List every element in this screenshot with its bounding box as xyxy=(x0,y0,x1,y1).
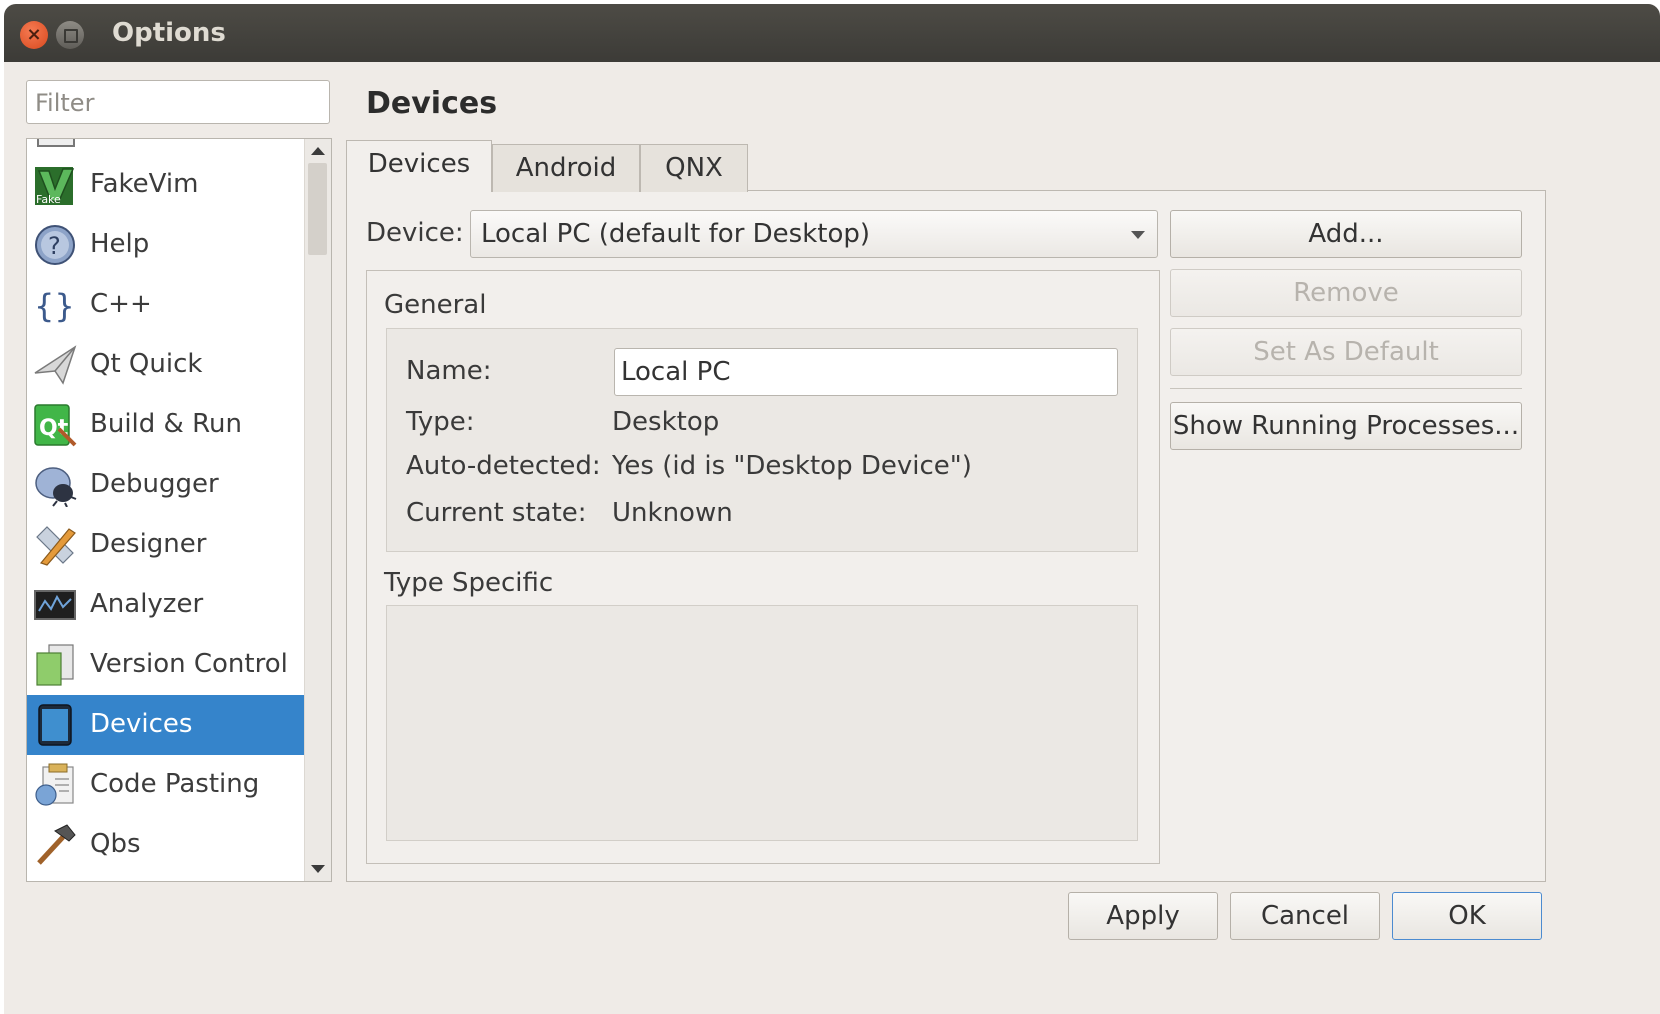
tab-android[interactable]: Android xyxy=(492,144,640,192)
cpp-braces-icon: {} xyxy=(34,287,75,325)
category-label: C++ xyxy=(90,289,152,319)
tab-qnx[interactable]: QNX xyxy=(640,144,748,192)
svg-text:Qt: Qt xyxy=(39,416,69,441)
category-item-help[interactable]: ? Help xyxy=(27,215,305,275)
category-label: Code Pasting xyxy=(90,769,260,799)
svg-text:{}: {} xyxy=(34,287,75,325)
add-device-button[interactable]: Add... xyxy=(1170,210,1522,258)
category-label: Designer xyxy=(90,529,207,559)
scrollbar-thumb[interactable] xyxy=(308,163,327,255)
filter-input[interactable] xyxy=(33,88,327,118)
category-label: Version Control xyxy=(90,649,288,679)
category-label: Devices xyxy=(90,709,193,739)
svg-text:?: ? xyxy=(48,232,61,260)
options-dialog: × Options Fake FakeVim ? Help {} xyxy=(4,4,1660,1014)
device-combobox[interactable]: Local PC (default for Desktop) xyxy=(470,210,1158,258)
show-running-processes-button[interactable]: Show Running Processes... xyxy=(1170,402,1522,450)
type-specific-heading: Type Specific xyxy=(384,568,554,598)
category-item-devices[interactable]: Devices xyxy=(27,695,305,755)
tab-devices[interactable]: Devices xyxy=(346,140,492,192)
category-scrollbar[interactable] xyxy=(304,139,331,881)
category-label: Build & Run xyxy=(90,409,242,439)
device-label: Device: xyxy=(366,218,464,248)
qt-quick-plane-icon xyxy=(34,345,77,385)
category-list[interactable]: Fake FakeVim ? Help {} C++ Qt Quick Qt B… xyxy=(26,138,332,882)
category-label: Qbs xyxy=(90,829,141,859)
svg-text:Fake: Fake xyxy=(36,193,61,206)
category-label: Help xyxy=(90,229,150,259)
category-item-analyzer[interactable]: Analyzer xyxy=(27,575,305,635)
version-control-icon xyxy=(36,644,74,686)
category-item-version-control[interactable]: Version Control xyxy=(27,635,305,695)
category-label: Analyzer xyxy=(90,589,204,619)
cancel-button[interactable]: Cancel xyxy=(1230,892,1380,940)
current-state-value: Unknown xyxy=(612,498,733,528)
set-as-default-button[interactable]: Set As Default xyxy=(1170,328,1522,376)
general-heading: General xyxy=(384,290,487,320)
category-item-cpp[interactable]: {} C++ xyxy=(27,275,305,335)
ok-button[interactable]: OK xyxy=(1392,892,1542,940)
scroll-down-arrow-icon[interactable] xyxy=(311,865,325,873)
category-item-qt-quick[interactable]: Qt Quick xyxy=(27,335,305,395)
remove-device-button[interactable]: Remove xyxy=(1170,269,1522,317)
category-item-qbs[interactable]: Qbs xyxy=(27,815,305,875)
device-name-input[interactable]: Local PC xyxy=(614,348,1118,396)
auto-detected-label: Auto-detected: xyxy=(406,451,601,481)
category-label: Qt Quick xyxy=(90,349,203,379)
designer-pencil-icon xyxy=(36,526,76,566)
apply-button[interactable]: Apply xyxy=(1068,892,1218,940)
title-bar: × Options xyxy=(4,4,1660,62)
button-separator xyxy=(1170,388,1522,389)
debugger-bug-icon xyxy=(35,467,77,507)
code-pasting-icon xyxy=(35,763,74,806)
chevron-down-icon xyxy=(1131,231,1145,239)
type-label: Type: xyxy=(406,407,475,437)
close-window-button[interactable]: × xyxy=(20,21,48,49)
build-run-icon: Qt xyxy=(34,404,77,447)
device-combobox-value: Local PC (default for Desktop) xyxy=(481,219,871,249)
window-title: Options xyxy=(112,18,226,48)
page-title: Devices xyxy=(366,86,498,121)
partial-icon xyxy=(37,139,75,147)
qbs-hammer-icon xyxy=(37,824,76,865)
category-item-debugger[interactable]: Debugger xyxy=(27,455,305,515)
fakevim-icon: Fake xyxy=(35,167,75,206)
category-item-code-pasting[interactable]: Code Pasting xyxy=(27,755,305,815)
devices-tablet-icon xyxy=(38,704,72,746)
category-item-designer[interactable]: Designer xyxy=(27,515,305,575)
analyzer-screen-icon xyxy=(34,590,76,620)
maximize-window-button[interactable] xyxy=(56,21,84,49)
name-label: Name: xyxy=(406,356,492,386)
category-item-build-run[interactable]: Qt Build & Run xyxy=(27,395,305,455)
type-value: Desktop xyxy=(612,407,720,437)
type-specific-group xyxy=(386,605,1138,841)
help-icon: ? xyxy=(35,225,75,265)
category-label: Debugger xyxy=(90,469,219,499)
current-state-label: Current state: xyxy=(406,498,587,528)
category-item-fakevim[interactable]: Fake FakeVim xyxy=(27,155,305,215)
category-label: FakeVim xyxy=(90,169,199,199)
filter-field[interactable] xyxy=(26,80,330,124)
auto-detected-value: Yes (id is "Desktop Device") xyxy=(612,451,972,481)
device-name-value: Local PC xyxy=(621,357,731,387)
scroll-up-arrow-icon[interactable] xyxy=(311,147,325,155)
